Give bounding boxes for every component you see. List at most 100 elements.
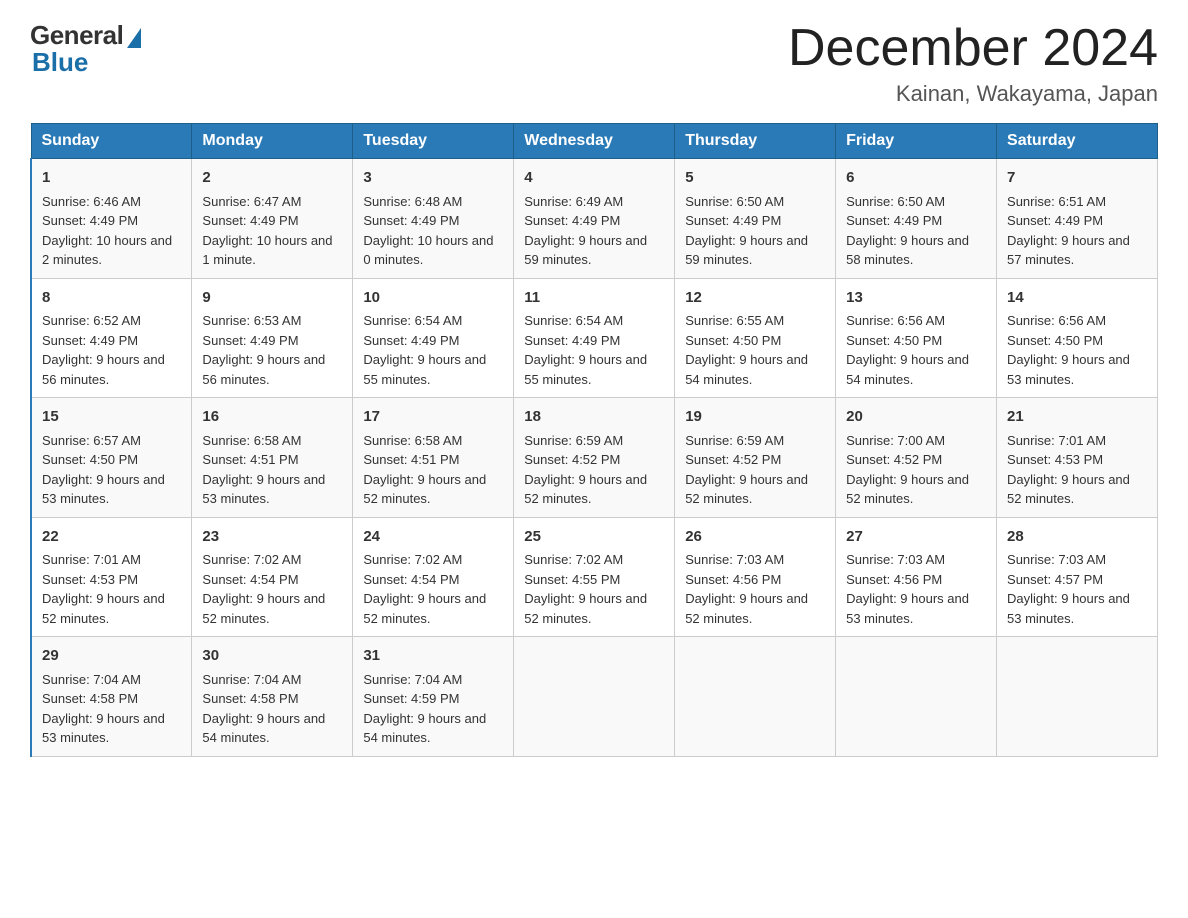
day-info: Sunrise: 7:03 AMSunset: 4:57 PMDaylight:… [1007,550,1147,628]
calendar-cell: 8Sunrise: 6:52 AMSunset: 4:49 PMDaylight… [31,278,192,398]
day-info: Sunrise: 7:02 AMSunset: 4:54 PMDaylight:… [363,550,503,628]
calendar-cell: 24Sunrise: 7:02 AMSunset: 4:54 PMDayligh… [353,517,514,637]
calendar-cell: 11Sunrise: 6:54 AMSunset: 4:49 PMDayligh… [514,278,675,398]
calendar-cell: 31Sunrise: 7:04 AMSunset: 4:59 PMDayligh… [353,637,514,757]
day-info: Sunrise: 6:56 AMSunset: 4:50 PMDaylight:… [846,311,986,389]
day-number: 7 [1007,167,1147,190]
day-number: 24 [363,526,503,549]
day-info: Sunrise: 6:52 AMSunset: 4:49 PMDaylight:… [42,311,181,389]
day-number: 27 [846,526,986,549]
calendar-cell: 29Sunrise: 7:04 AMSunset: 4:58 PMDayligh… [31,637,192,757]
day-info: Sunrise: 7:03 AMSunset: 4:56 PMDaylight:… [846,550,986,628]
day-info: Sunrise: 6:59 AMSunset: 4:52 PMDaylight:… [685,431,825,509]
logo: General Blue [30,20,141,78]
day-info: Sunrise: 7:04 AMSunset: 4:58 PMDaylight:… [202,670,342,748]
day-number: 4 [524,167,664,190]
day-number: 23 [202,526,342,549]
day-info: Sunrise: 6:55 AMSunset: 4:50 PMDaylight:… [685,311,825,389]
day-number: 6 [846,167,986,190]
day-info: Sunrise: 6:58 AMSunset: 4:51 PMDaylight:… [202,431,342,509]
calendar-cell: 4Sunrise: 6:49 AMSunset: 4:49 PMDaylight… [514,159,675,279]
calendar-cell: 19Sunrise: 6:59 AMSunset: 4:52 PMDayligh… [675,398,836,518]
calendar-cell: 5Sunrise: 6:50 AMSunset: 4:49 PMDaylight… [675,159,836,279]
day-number: 16 [202,406,342,429]
calendar-cell: 3Sunrise: 6:48 AMSunset: 4:49 PMDaylight… [353,159,514,279]
day-info: Sunrise: 7:01 AMSunset: 4:53 PMDaylight:… [1007,431,1147,509]
day-info: Sunrise: 6:59 AMSunset: 4:52 PMDaylight:… [524,431,664,509]
day-number: 25 [524,526,664,549]
header-cell-thursday: Thursday [675,124,836,159]
calendar-cell: 6Sunrise: 6:50 AMSunset: 4:49 PMDaylight… [836,159,997,279]
calendar-week-4: 22Sunrise: 7:01 AMSunset: 4:53 PMDayligh… [31,517,1158,637]
calendar-cell: 17Sunrise: 6:58 AMSunset: 4:51 PMDayligh… [353,398,514,518]
day-number: 26 [685,526,825,549]
header-cell-sunday: Sunday [31,124,192,159]
calendar-week-5: 29Sunrise: 7:04 AMSunset: 4:58 PMDayligh… [31,637,1158,757]
calendar-cell: 28Sunrise: 7:03 AMSunset: 4:57 PMDayligh… [997,517,1158,637]
day-info: Sunrise: 6:54 AMSunset: 4:49 PMDaylight:… [524,311,664,389]
calendar-header: SundayMondayTuesdayWednesdayThursdayFrid… [31,124,1158,159]
day-number: 5 [685,167,825,190]
day-info: Sunrise: 7:03 AMSunset: 4:56 PMDaylight:… [685,550,825,628]
day-number: 15 [42,406,181,429]
day-number: 20 [846,406,986,429]
calendar-cell [514,637,675,757]
calendar-cell [675,637,836,757]
calendar-cell: 30Sunrise: 7:04 AMSunset: 4:58 PMDayligh… [192,637,353,757]
day-info: Sunrise: 6:46 AMSunset: 4:49 PMDaylight:… [42,192,181,270]
calendar-table: SundayMondayTuesdayWednesdayThursdayFrid… [30,123,1158,757]
day-info: Sunrise: 6:50 AMSunset: 4:49 PMDaylight:… [685,192,825,270]
day-info: Sunrise: 6:53 AMSunset: 4:49 PMDaylight:… [202,311,342,389]
calendar-week-2: 8Sunrise: 6:52 AMSunset: 4:49 PMDaylight… [31,278,1158,398]
day-info: Sunrise: 7:02 AMSunset: 4:55 PMDaylight:… [524,550,664,628]
title-section: December 2024 Kainan, Wakayama, Japan [788,20,1158,107]
day-number: 18 [524,406,664,429]
header-cell-wednesday: Wednesday [514,124,675,159]
header-cell-friday: Friday [836,124,997,159]
month-title: December 2024 [788,20,1158,77]
calendar-week-1: 1Sunrise: 6:46 AMSunset: 4:49 PMDaylight… [31,159,1158,279]
day-number: 22 [42,526,181,549]
day-number: 2 [202,167,342,190]
day-info: Sunrise: 6:56 AMSunset: 4:50 PMDaylight:… [1007,311,1147,389]
calendar-week-3: 15Sunrise: 6:57 AMSunset: 4:50 PMDayligh… [31,398,1158,518]
day-info: Sunrise: 6:57 AMSunset: 4:50 PMDaylight:… [42,431,181,509]
day-info: Sunrise: 6:54 AMSunset: 4:49 PMDaylight:… [363,311,503,389]
calendar-cell: 15Sunrise: 6:57 AMSunset: 4:50 PMDayligh… [31,398,192,518]
day-info: Sunrise: 6:47 AMSunset: 4:49 PMDaylight:… [202,192,342,270]
calendar-cell: 20Sunrise: 7:00 AMSunset: 4:52 PMDayligh… [836,398,997,518]
day-number: 19 [685,406,825,429]
header-cell-saturday: Saturday [997,124,1158,159]
calendar-cell: 18Sunrise: 6:59 AMSunset: 4:52 PMDayligh… [514,398,675,518]
day-info: Sunrise: 7:00 AMSunset: 4:52 PMDaylight:… [846,431,986,509]
day-number: 12 [685,287,825,310]
calendar-cell: 12Sunrise: 6:55 AMSunset: 4:50 PMDayligh… [675,278,836,398]
day-number: 21 [1007,406,1147,429]
calendar-cell: 16Sunrise: 6:58 AMSunset: 4:51 PMDayligh… [192,398,353,518]
day-info: Sunrise: 6:50 AMSunset: 4:49 PMDaylight:… [846,192,986,270]
day-number: 1 [42,167,181,190]
day-number: 29 [42,645,181,668]
calendar-cell: 13Sunrise: 6:56 AMSunset: 4:50 PMDayligh… [836,278,997,398]
calendar-cell [836,637,997,757]
day-number: 9 [202,287,342,310]
day-info: Sunrise: 6:51 AMSunset: 4:49 PMDaylight:… [1007,192,1147,270]
calendar-cell: 9Sunrise: 6:53 AMSunset: 4:49 PMDaylight… [192,278,353,398]
day-info: Sunrise: 7:02 AMSunset: 4:54 PMDaylight:… [202,550,342,628]
calendar-cell: 1Sunrise: 6:46 AMSunset: 4:49 PMDaylight… [31,159,192,279]
header-cell-tuesday: Tuesday [353,124,514,159]
day-number: 17 [363,406,503,429]
calendar-cell: 10Sunrise: 6:54 AMSunset: 4:49 PMDayligh… [353,278,514,398]
header-row: SundayMondayTuesdayWednesdayThursdayFrid… [31,124,1158,159]
day-number: 30 [202,645,342,668]
calendar-cell: 26Sunrise: 7:03 AMSunset: 4:56 PMDayligh… [675,517,836,637]
calendar-cell: 23Sunrise: 7:02 AMSunset: 4:54 PMDayligh… [192,517,353,637]
calendar-cell: 27Sunrise: 7:03 AMSunset: 4:56 PMDayligh… [836,517,997,637]
day-info: Sunrise: 7:04 AMSunset: 4:59 PMDaylight:… [363,670,503,748]
day-info: Sunrise: 7:04 AMSunset: 4:58 PMDaylight:… [42,670,181,748]
calendar-body: 1Sunrise: 6:46 AMSunset: 4:49 PMDaylight… [31,159,1158,757]
day-number: 28 [1007,526,1147,549]
header-cell-monday: Monday [192,124,353,159]
day-number: 13 [846,287,986,310]
day-number: 3 [363,167,503,190]
